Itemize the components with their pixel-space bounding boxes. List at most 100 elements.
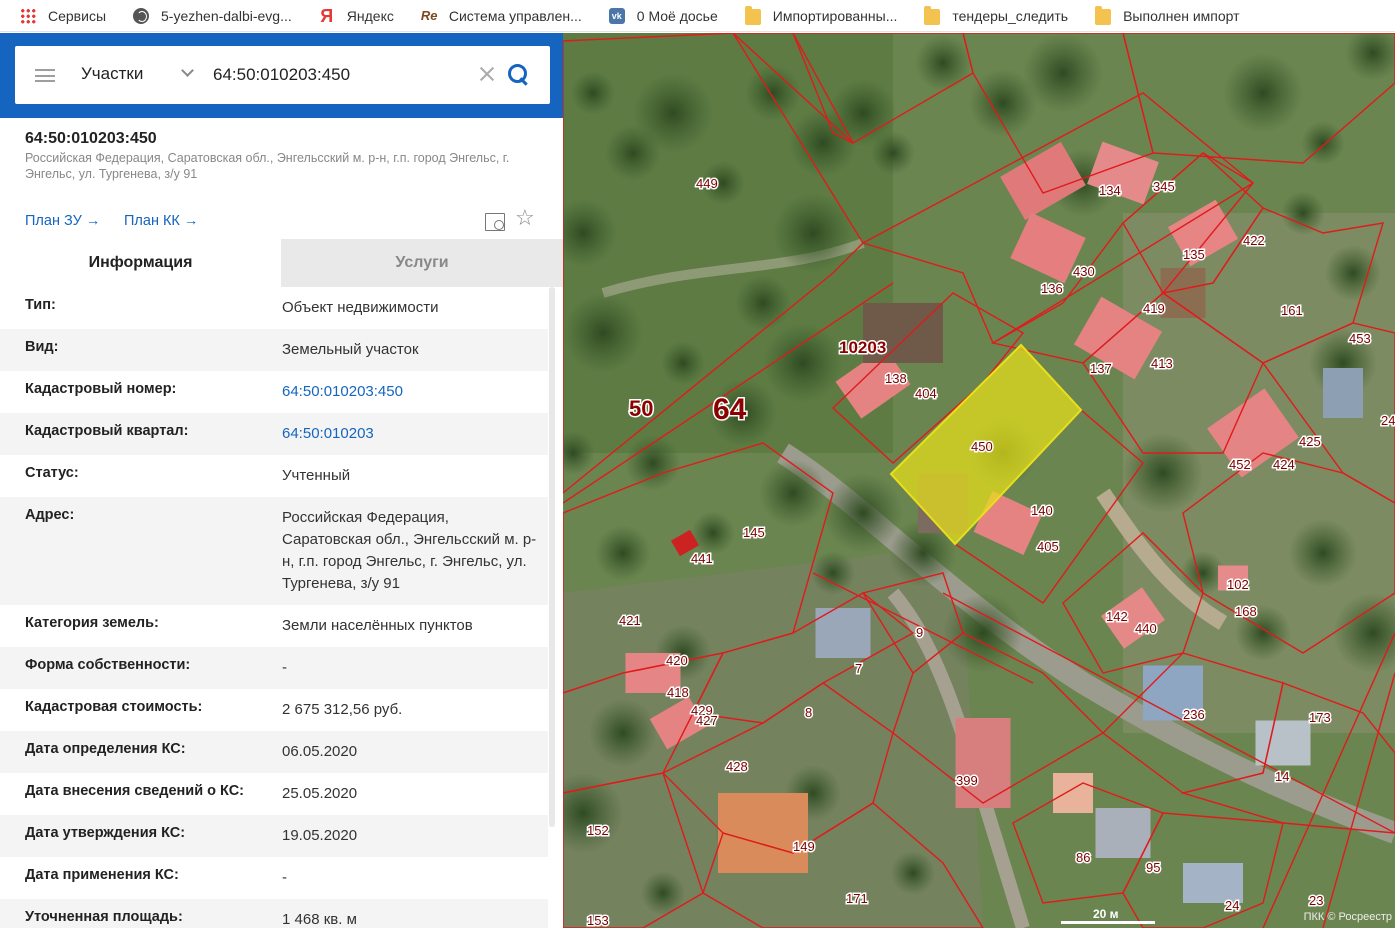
info-value-link[interactable]: 64:50:010203:450 <box>282 381 542 413</box>
bookmark-label: тендеры_следить <box>952 7 1069 24</box>
parcel-label[interactable]: 95 <box>1145 859 1162 877</box>
map-copyright: ПКК © Росреестр <box>1303 911 1392 923</box>
info-value: 19.05.2020 <box>282 827 358 844</box>
close-icon[interactable] <box>479 66 495 82</box>
info-value: Земли населённых пунктов <box>282 617 473 634</box>
search-icon[interactable] <box>508 64 530 86</box>
parcel-label[interactable]: 149 <box>792 838 817 856</box>
parcel-label[interactable]: 430 <box>1072 263 1097 281</box>
parcel-label[interactable]: 419 <box>1142 300 1167 318</box>
parcel-label[interactable]: 168 <box>1234 603 1259 621</box>
parcel-label[interactable]: 137 <box>1089 360 1114 378</box>
parcel-label[interactable]: 14 <box>1274 768 1291 786</box>
building <box>1095 808 1151 858</box>
parcel-label[interactable]: 418 <box>666 684 691 702</box>
menu-icon[interactable] <box>35 69 55 82</box>
tree-cluster <box>1281 191 1325 235</box>
info-row: Дата внесения сведений о КС: 25.05.2020 <box>0 773 548 815</box>
star-icon[interactable]: ☆ <box>515 205 535 231</box>
bookmark-item[interactable]: Импортированны... <box>744 5 898 25</box>
parcel-label[interactable]: 424 <box>1272 456 1297 474</box>
parcel-label[interactable]: 421 <box>618 612 643 630</box>
parcel-label[interactable]: 449 <box>695 175 720 193</box>
bookmark-item[interactable]: Я Яндекс <box>319 5 394 26</box>
parcel-label[interactable]: 7 <box>854 660 864 678</box>
bookmark-item[interactable]: тендеры_следить <box>924 5 1069 25</box>
parcel-label[interactable]: 134 <box>1098 182 1123 200</box>
chevron-down-icon[interactable] <box>181 64 194 77</box>
object-address: Российская Федерация, Саратовская обл., … <box>25 151 510 181</box>
parcel-label[interactable]: 405 <box>1036 538 1061 556</box>
parcel-label[interactable]: 152 <box>586 822 611 840</box>
search-input[interactable] <box>213 56 473 94</box>
plan-zu-link[interactable]: План ЗУ → <box>25 213 100 229</box>
parcel-label[interactable]: 413 <box>1150 355 1175 373</box>
parcel-label[interactable]: 161 <box>1280 302 1305 320</box>
parcel-label[interactable]: 453 <box>1348 330 1373 348</box>
tree-cluster <box>823 473 903 553</box>
info-value: Учтенный <box>282 467 351 484</box>
search-type-select[interactable]: Участки <box>81 64 143 84</box>
scrollbar[interactable] <box>549 287 555 827</box>
parcel-label[interactable]: 345 <box>1152 178 1177 196</box>
parcel-label[interactable]: 427 <box>695 712 720 730</box>
parcel-label[interactable]: 136 <box>1040 280 1065 298</box>
bookmark-label: Сервисы <box>48 7 107 24</box>
vk-icon: vk <box>608 7 625 24</box>
plan-kk-link[interactable]: План КК → <box>124 213 198 229</box>
parcel-label[interactable]: 138 <box>884 370 909 388</box>
building <box>1255 720 1311 766</box>
parcel-label[interactable]: 420 <box>665 652 690 670</box>
parcel-label[interactable]: 102 <box>1226 576 1251 594</box>
info-label: Тип: <box>25 297 56 313</box>
tree-cluster <box>871 131 915 175</box>
parcel-label[interactable]: 145 <box>742 524 767 542</box>
tree-cluster <box>735 275 791 331</box>
apps-icon <box>20 7 36 24</box>
folder-icon <box>924 5 941 25</box>
bookmark-item[interactable]: Сервисы <box>20 7 107 24</box>
info-row: Уточненная площадь: 1 468 кв. м <box>0 899 548 928</box>
parcel-label[interactable]: 236 <box>1182 706 1207 724</box>
parcel-label[interactable]: 24 <box>1380 412 1395 430</box>
parcel-label[interactable]: 9 <box>915 624 925 642</box>
bookmark-item[interactable]: 5-yezhen-dalbi-evg... <box>133 7 292 24</box>
search-box: Участки <box>15 46 550 104</box>
bookmark-item[interactable]: Выполнен импорт <box>1095 5 1240 25</box>
building <box>1160 268 1206 318</box>
globe-icon <box>133 7 150 24</box>
bookmark-label: Импортированны... <box>772 7 898 24</box>
parcel-label[interactable]: 440 <box>1134 620 1159 638</box>
parcel-label[interactable]: 428 <box>725 758 750 776</box>
parcel-label[interactable]: 399 <box>955 772 980 790</box>
bookmark-item[interactable]: vk 0 Моё досье <box>608 7 718 24</box>
parcel-label[interactable]: 140 <box>1030 502 1055 520</box>
info-label: Уточненная площадь: <box>25 909 183 925</box>
yandex-icon: Я <box>320 5 334 26</box>
bookmark-item[interactable]: Re Система управлен... <box>421 8 582 24</box>
parcel-label[interactable]: 135 <box>1182 246 1207 264</box>
tree-cluster <box>943 593 1023 673</box>
parcel-label[interactable]: 8 <box>804 704 814 722</box>
parcel-label[interactable]: 425 <box>1298 433 1323 451</box>
parcel-label[interactable]: 404 <box>914 385 939 403</box>
parcel-label[interactable]: 171 <box>845 890 870 908</box>
info-label: Вид: <box>25 339 59 355</box>
tab-services[interactable]: Услуги <box>281 239 563 287</box>
parcel-label[interactable]: 24 <box>1224 897 1241 915</box>
parcel-label[interactable]: 422 <box>1242 232 1267 250</box>
info-value: 25.05.2020 <box>282 785 358 802</box>
parcel-label[interactable]: 23 <box>1308 892 1325 910</box>
parcel-label[interactable]: 153 <box>586 912 611 928</box>
parcel-label[interactable]: 142 <box>1105 608 1130 626</box>
parcel-label[interactable]: 452 <box>1228 456 1253 474</box>
parcel-label[interactable]: 173 <box>1308 709 1333 727</box>
cadastral-map[interactable]: 449 134 345 422 135 430 136 161 453 419 137 413 138 4… <box>563 33 1395 928</box>
tab-information[interactable]: Информация <box>0 239 281 287</box>
parcel-label[interactable]: 86 <box>1075 849 1092 867</box>
selected-parcel-label[interactable]: 450 <box>970 438 995 456</box>
parcel-label[interactable]: 441 <box>690 550 715 568</box>
info-value-link[interactable]: 64:50:010203 <box>282 423 542 455</box>
map-canvas[interactable]: 449 134 345 422 135 430 136 161 453 419 137 413 138 4… <box>563 33 1395 928</box>
zoom-to-map-icon[interactable] <box>485 213 505 231</box>
